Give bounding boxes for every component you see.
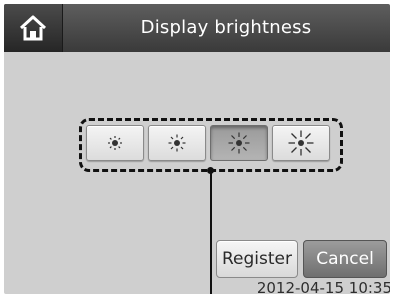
sun-icon (168, 134, 186, 152)
brightness-level-3-button[interactable] (210, 125, 268, 161)
register-button[interactable]: Register (216, 240, 298, 278)
brightness-level-2-button[interactable] (148, 125, 206, 161)
sun-icon (108, 136, 122, 150)
brightness-level-4-button[interactable] (272, 125, 330, 161)
brightness-level-1-button[interactable] (86, 125, 144, 161)
home-icon (19, 15, 47, 41)
cancel-button[interactable]: Cancel (303, 240, 387, 278)
home-button[interactable] (4, 4, 63, 52)
datetime-display: 2012-04-15 10:35 (256, 279, 390, 294)
callout-line (210, 171, 212, 294)
page-title: Display brightness (140, 17, 312, 38)
sun-icon (288, 130, 314, 156)
device-screen: Display brightness Register Cancel 2012-… (4, 4, 390, 294)
sun-icon (228, 132, 250, 154)
title-bar: Display brightness (4, 4, 390, 52)
